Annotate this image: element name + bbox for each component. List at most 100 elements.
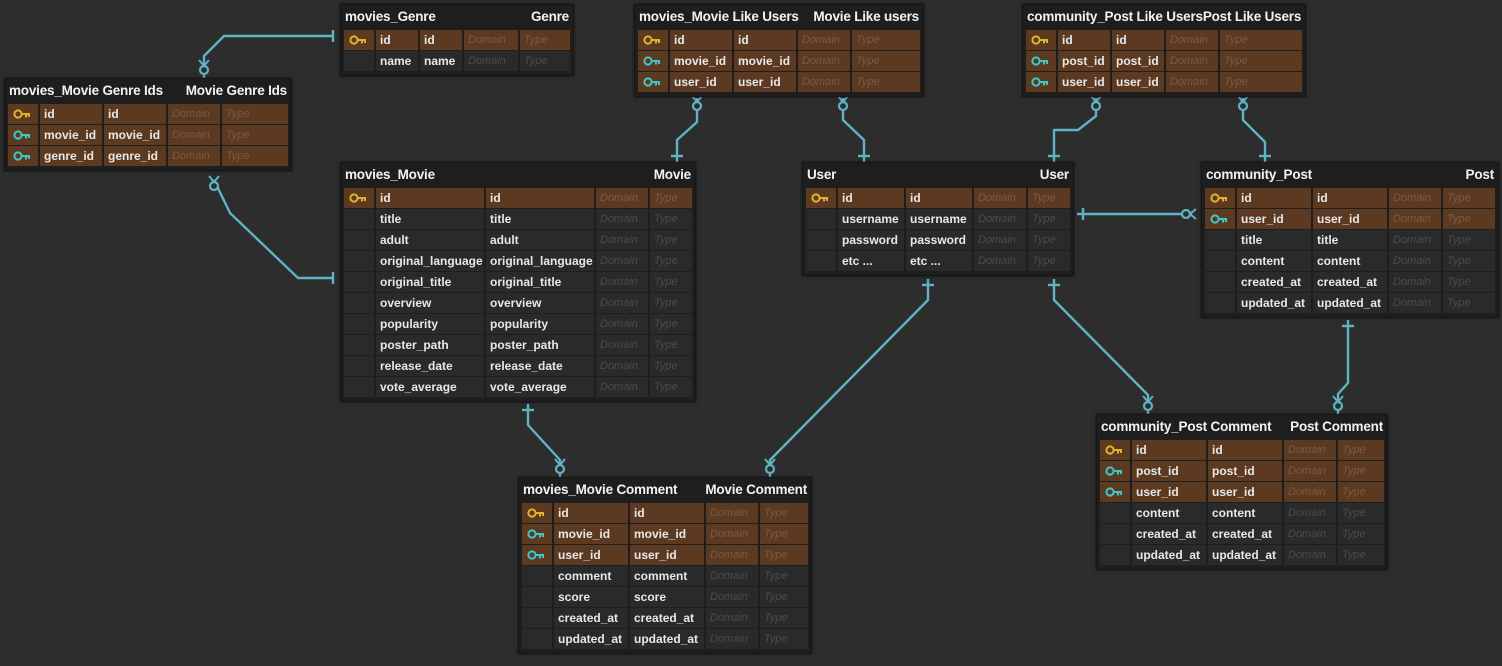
- entity-header[interactable]: movies_Movie Genre Ids Movie Genre Ids: [5, 79, 291, 102]
- attribute-row[interactable]: content content Domain Type: [1205, 251, 1495, 271]
- attribute-code: id: [630, 503, 704, 523]
- attribute-domain: Domain: [974, 251, 1026, 271]
- attribute-code: content: [1208, 503, 1282, 523]
- entity-header[interactable]: movies_Genre Genre: [341, 5, 573, 28]
- attribute-row[interactable]: score score Domain Type: [522, 587, 808, 607]
- attribute-row[interactable]: overview overview Domain Type: [344, 293, 692, 313]
- entity-movie-genre-ids[interactable]: movies_Movie Genre Ids Movie Genre Ids id i…: [4, 78, 292, 171]
- attribute-row[interactable]: id id Domain Type: [522, 503, 808, 523]
- entity-header[interactable]: movies_Movie Comment Movie Comment: [519, 478, 811, 501]
- attribute-row[interactable]: user_id user_id Domain Type: [1205, 209, 1495, 229]
- key-slot: [1205, 230, 1235, 250]
- entity-header[interactable]: community_Post Comment Post Comment: [1097, 415, 1387, 438]
- entity-movie-like-users[interactable]: movies_Movie Like Users Movie Like users i…: [634, 4, 924, 97]
- attribute-code: adult: [486, 230, 594, 250]
- attribute-row[interactable]: user_id user_id Domain Type: [1100, 482, 1384, 502]
- entity-attributes: id id Domain Type post_id post_id Domain Type us…: [1097, 438, 1387, 569]
- entity-user[interactable]: User User id id Domain Type username username Do…: [802, 162, 1074, 276]
- attribute-row[interactable]: user_id user_id Domain Type: [638, 72, 920, 92]
- entity-header[interactable]: User User: [803, 163, 1073, 186]
- attribute-row[interactable]: created_at created_at Domain Type: [1205, 272, 1495, 292]
- attribute-row[interactable]: id id Domain Type: [344, 30, 570, 50]
- attribute-row[interactable]: movie_id movie_id Domain Type: [522, 524, 808, 544]
- attribute-code: content: [1313, 251, 1387, 271]
- attribute-row[interactable]: adult adult Domain Type: [344, 230, 692, 250]
- attribute-row[interactable]: updated_at updated_at Domain Type: [1100, 545, 1384, 565]
- attribute-row[interactable]: original_language original_language Domain…: [344, 251, 692, 271]
- attribute-row[interactable]: movie_id movie_id Domain Type: [638, 51, 920, 71]
- attribute-type: Type: [1338, 461, 1384, 481]
- attribute-code: updated_at: [1313, 293, 1387, 313]
- entity-header[interactable]: community_Post Post: [1202, 163, 1498, 186]
- entity-post-like-users[interactable]: community_Post Like Users Post Like Users…: [1022, 4, 1306, 97]
- key-slot: [344, 272, 374, 292]
- primary-key-icon: [806, 188, 836, 208]
- attribute-row[interactable]: popularity popularity Domain Type: [344, 314, 692, 334]
- entity-header[interactable]: community_Post Like Users Post Like Users: [1023, 5, 1305, 28]
- attribute-name: movie_id: [40, 125, 102, 145]
- entity-logical-label: Post: [1465, 167, 1495, 182]
- entity-attributes: id id Domain Type username username Domain Type…: [803, 186, 1073, 275]
- attribute-row[interactable]: created_at created_at Domain Type: [1100, 524, 1384, 544]
- attribute-type: Type: [760, 608, 808, 628]
- attribute-row[interactable]: post_id post_id Domain Type: [1026, 51, 1302, 71]
- attribute-domain: Domain: [1166, 51, 1218, 71]
- attribute-row[interactable]: updated_at updated_at Domain Type: [1205, 293, 1495, 313]
- attribute-type: Type: [1220, 51, 1302, 71]
- attribute-row[interactable]: id id Domain Type: [8, 104, 288, 124]
- attribute-type: Type: [222, 104, 288, 124]
- attribute-code: movie_id: [630, 524, 704, 544]
- attribute-row[interactable]: original_title original_title Domain Type: [344, 272, 692, 292]
- entity-logical-label: User: [1039, 167, 1069, 182]
- attribute-type: Type: [1028, 209, 1070, 229]
- key-slot: [1100, 545, 1130, 565]
- attribute-row[interactable]: movie_id movie_id Domain Type: [8, 125, 288, 145]
- attribute-row[interactable]: user_id user_id Domain Type: [522, 545, 808, 565]
- attribute-name: comment: [554, 566, 628, 586]
- attribute-name: user_id: [670, 72, 732, 92]
- attribute-row[interactable]: genre_id genre_id Domain Type: [8, 146, 288, 166]
- entity-post-comment[interactable]: community_Post Comment Post Comment id id Do…: [1096, 414, 1388, 570]
- attribute-row[interactable]: vote_average vote_average Domain Type: [344, 377, 692, 397]
- attribute-type: Type: [1443, 209, 1495, 229]
- attribute-row[interactable]: password password Domain Type: [806, 230, 1070, 250]
- key-slot: [344, 314, 374, 334]
- attribute-row[interactable]: release_date release_date Domain Type: [344, 356, 692, 376]
- attribute-row[interactable]: etc ... etc ... Domain Type: [806, 251, 1070, 271]
- attribute-row[interactable]: id id Domain Type: [638, 30, 920, 50]
- attribute-row[interactable]: comment comment Domain Type: [522, 566, 808, 586]
- attribute-code: password: [906, 230, 972, 250]
- attribute-row[interactable]: id id Domain Type: [344, 188, 692, 208]
- attribute-row[interactable]: post_id post_id Domain Type: [1100, 461, 1384, 481]
- attribute-row[interactable]: title title Domain Type: [344, 209, 692, 229]
- attribute-code: created_at: [1313, 272, 1387, 292]
- entity-header[interactable]: movies_Movie Movie: [341, 163, 695, 186]
- entity-movie-comment[interactable]: movies_Movie Comment Movie Comment id id Dom…: [518, 477, 812, 654]
- entity-movies-genre[interactable]: movies_Genre Genre id id Domain Type name name D…: [340, 4, 574, 76]
- attribute-code: id: [734, 30, 796, 50]
- attribute-row[interactable]: id id Domain Type: [1205, 188, 1495, 208]
- attribute-row[interactable]: id id Domain Type: [806, 188, 1070, 208]
- attribute-type: Type: [222, 125, 288, 145]
- key-slot: [806, 251, 836, 271]
- attribute-name: title: [1237, 230, 1311, 250]
- attribute-row[interactable]: username username Domain Type: [806, 209, 1070, 229]
- attribute-row[interactable]: title title Domain Type: [1205, 230, 1495, 250]
- attribute-name: id: [40, 104, 102, 124]
- attribute-row[interactable]: name name Domain Type: [344, 51, 570, 71]
- entity-attributes: id id Domain Type movie_id movie_id Domain Type…: [519, 501, 811, 653]
- attribute-row[interactable]: user_id user_id Domain Type: [1026, 72, 1302, 92]
- entity-post[interactable]: community_Post Post id id Domain Type user_id u…: [1201, 162, 1499, 318]
- attribute-row[interactable]: poster_path poster_path Domain Type: [344, 335, 692, 355]
- attribute-row[interactable]: content content Domain Type: [1100, 503, 1384, 523]
- attribute-row[interactable]: created_at created_at Domain Type: [522, 608, 808, 628]
- attribute-domain: Domain: [596, 356, 648, 376]
- attribute-row[interactable]: updated_at updated_at Domain Type: [522, 629, 808, 649]
- attribute-row[interactable]: id id Domain Type: [1026, 30, 1302, 50]
- attribute-domain: Domain: [168, 104, 220, 124]
- attribute-name: created_at: [1132, 524, 1206, 544]
- entity-header[interactable]: movies_Movie Like Users Movie Like users: [635, 5, 923, 28]
- attribute-domain: Domain: [974, 230, 1026, 250]
- entity-movie[interactable]: movies_Movie Movie id id Domain Type title titl…: [340, 162, 696, 402]
- attribute-row[interactable]: id id Domain Type: [1100, 440, 1384, 460]
